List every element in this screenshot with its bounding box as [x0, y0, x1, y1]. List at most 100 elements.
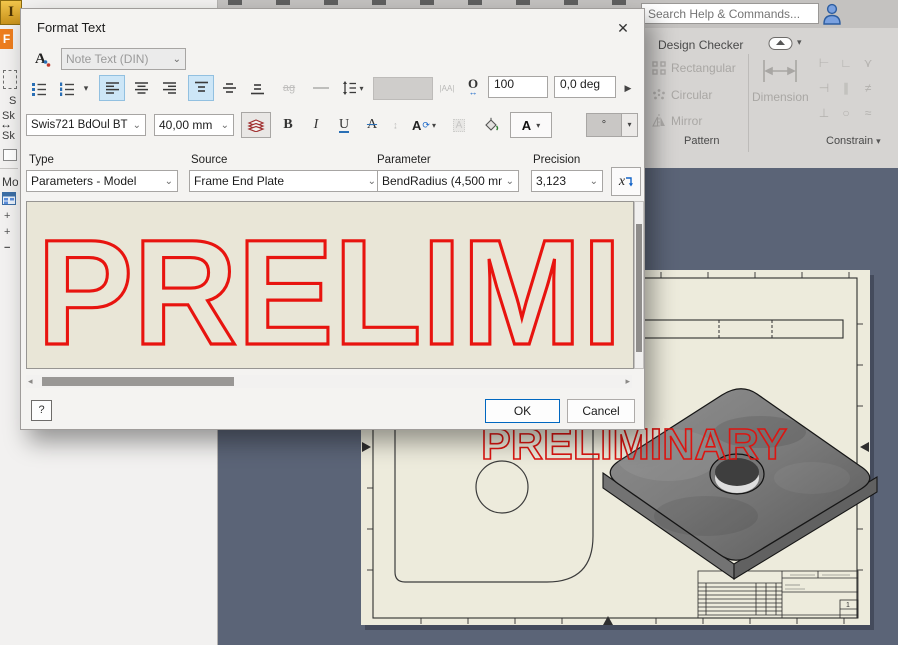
bold-button[interactable]: B — [275, 112, 301, 138]
smooth-constraint-icon[interactable]: ≈ — [858, 106, 878, 121]
text-preview-editor[interactable]: PRELIMI — [26, 201, 634, 369]
align-right-button[interactable] — [156, 75, 182, 101]
tree-expand-icon[interactable]: + — [4, 210, 10, 222]
scroll-left-icon[interactable]: ◂ — [28, 376, 33, 387]
scrollbar-thumb[interactable] — [636, 224, 642, 352]
design-checker-caret-icon[interactable]: ▾ — [797, 37, 802, 48]
align-top-button[interactable] — [188, 75, 214, 101]
dialog-title: Format Text — [37, 20, 106, 35]
line-spacing-button[interactable]: ▾ — [337, 75, 369, 101]
constrain-group-label[interactable]: Constrain ▾ — [826, 135, 881, 147]
precision-select[interactable]: 3,123 ⌄ — [531, 170, 603, 192]
browser-header-fragment: Mo — [2, 175, 18, 189]
chevron-down-icon: ⌄ — [505, 175, 514, 187]
cancel-button[interactable]: Cancel — [567, 399, 635, 423]
text-style-select[interactable]: Note Text (DIN) ⌄ — [61, 48, 186, 70]
parameter-select[interactable]: BendRadius (4,500 mm) ⌄ — [377, 170, 519, 192]
width-factor-icon[interactable]: |AA| — [435, 75, 459, 101]
design-checker-icon[interactable] — [768, 36, 794, 51]
preview-horizontal-scrollbar[interactable]: ◂ ▸ — [26, 375, 632, 388]
numbered-list-button[interactable] — [55, 75, 79, 101]
inventor-app-icon[interactable]: I — [0, 0, 22, 25]
underline-button[interactable]: U — [331, 112, 357, 138]
stretch-value-input[interactable]: 100 — [488, 76, 548, 98]
rotation-angle-input[interactable]: 0,0 deg — [554, 76, 616, 98]
stretch-arrows-icon: ↔ — [468, 87, 478, 97]
concentric-constraint-icon[interactable]: ○ — [836, 106, 856, 121]
list-options-caret-icon[interactable]: ▾ — [79, 75, 93, 101]
chevron-down-icon: ⌄ — [172, 53, 181, 65]
angle-constraint-icon[interactable]: ⋎ — [858, 56, 878, 71]
strikethrough-button[interactable]: A — [359, 112, 385, 138]
bullet-list-button[interactable] — [26, 75, 52, 101]
file-menu-button[interactable]: F — [0, 29, 13, 49]
chevron-down-icon: ⌄ — [132, 119, 141, 131]
app-window: Design Checker ▾ Rectangular — [0, 0, 898, 645]
search-input[interactable] — [641, 3, 819, 24]
chevron-down-icon: ▾ — [621, 114, 637, 136]
chevron-down-icon: ⌄ — [164, 175, 173, 187]
align-center-button[interactable] — [128, 75, 154, 101]
align-left-button[interactable] — [99, 75, 125, 101]
symbol-value: ° — [587, 114, 621, 136]
fill-background-button[interactable] — [476, 112, 506, 138]
constrain-caret-icon: ▾ — [876, 136, 881, 146]
user-account-icon[interactable] — [821, 2, 843, 26]
preview-text: PRELIMI — [37, 208, 622, 368]
scrollbar-thumb[interactable] — [42, 377, 234, 386]
insert-symbol-select[interactable]: ° ▾ — [586, 113, 638, 137]
text-style-icon: A — [33, 49, 51, 67]
font-size-select[interactable]: 40,00 mm ⌄ — [154, 114, 234, 136]
close-icon[interactable]: ✕ — [612, 17, 634, 39]
dimension-button[interactable] — [760, 58, 800, 84]
baseline-button[interactable]: ag — [275, 75, 303, 101]
svg-text:A: A — [35, 51, 46, 67]
stacked-text-button[interactable] — [241, 112, 271, 138]
scroll-right-icon[interactable]: ▸ — [625, 376, 630, 387]
superscript-button[interactable]: ↨ — [389, 112, 402, 138]
panel-divider — [0, 168, 18, 169]
chevron-down-icon: ▾ — [431, 120, 436, 130]
italic-button[interactable]: I — [303, 112, 329, 138]
chevron-down-icon: ⌄ — [589, 175, 598, 187]
align-bottom-button[interactable] — [244, 75, 270, 101]
group-separator — [748, 54, 749, 152]
text-rotate-button[interactable]: A ⟳ ▾ — [406, 112, 442, 138]
rectangular-pattern-button[interactable]: Rectangular — [652, 57, 736, 79]
coincident-constraint-icon[interactable]: ⊢ — [814, 56, 834, 71]
insert-arrow-icon — [626, 176, 634, 186]
chevron-down-icon: ▾ — [536, 120, 541, 130]
checkbox-icon[interactable] — [3, 149, 17, 161]
design-checker-label: Design Checker — [658, 38, 744, 52]
collinear-constraint-icon[interactable]: ⊣ — [814, 81, 834, 96]
preview-vertical-scrollbar[interactable] — [634, 201, 644, 369]
type-select[interactable]: Parameters - Model ⌄ — [26, 170, 178, 192]
dimension-icon — [763, 60, 797, 82]
align-middle-button[interactable] — [216, 75, 242, 101]
perpendicular-constraint-icon[interactable]: ∟ — [836, 56, 856, 71]
tree-collapse-icon[interactable]: − — [4, 242, 10, 254]
ok-button[interactable]: OK — [485, 399, 560, 423]
equal-constraint-icon[interactable]: ≠ — [858, 81, 878, 96]
expand-options-icon[interactable]: ▶ — [620, 75, 636, 101]
horizontal-rule-button[interactable] — [307, 75, 335, 101]
vertical-constraint-icon[interactable]: ⊥ — [814, 106, 834, 121]
rotate-arrow-icon: ⟳ — [422, 119, 430, 130]
format-text-dialog: Format Text ✕ A Note Text (DIN) ⌄ ▾ ag ▾… — [20, 8, 645, 430]
text-frame-button[interactable]: A — [446, 112, 472, 138]
help-button[interactable]: ? — [31, 400, 52, 421]
mirror-button[interactable]: Mirror — [652, 110, 702, 132]
stretch-button[interactable]: O ↔ — [461, 75, 485, 101]
tree-expand-icon[interactable]: + — [4, 226, 10, 238]
font-select[interactable]: Swis721 BdOul BT ⌄ — [26, 114, 146, 136]
insert-parameter-button[interactable]: x — [611, 167, 641, 196]
circular-pattern-button[interactable]: Circular — [652, 84, 712, 106]
precision-label: Precision — [533, 154, 581, 166]
parallel-constraint-icon[interactable]: ∥ — [836, 81, 856, 96]
text-color-button[interactable]: A ▾ — [510, 112, 552, 138]
source-select[interactable]: Frame End Plate ⌄ — [189, 170, 381, 192]
browser-table-icon[interactable] — [2, 192, 16, 205]
chevron-down-icon: ⌄ — [367, 175, 376, 187]
browser-text-fragment: Sk — [2, 130, 15, 142]
select-tool-icon[interactable] — [3, 70, 17, 89]
